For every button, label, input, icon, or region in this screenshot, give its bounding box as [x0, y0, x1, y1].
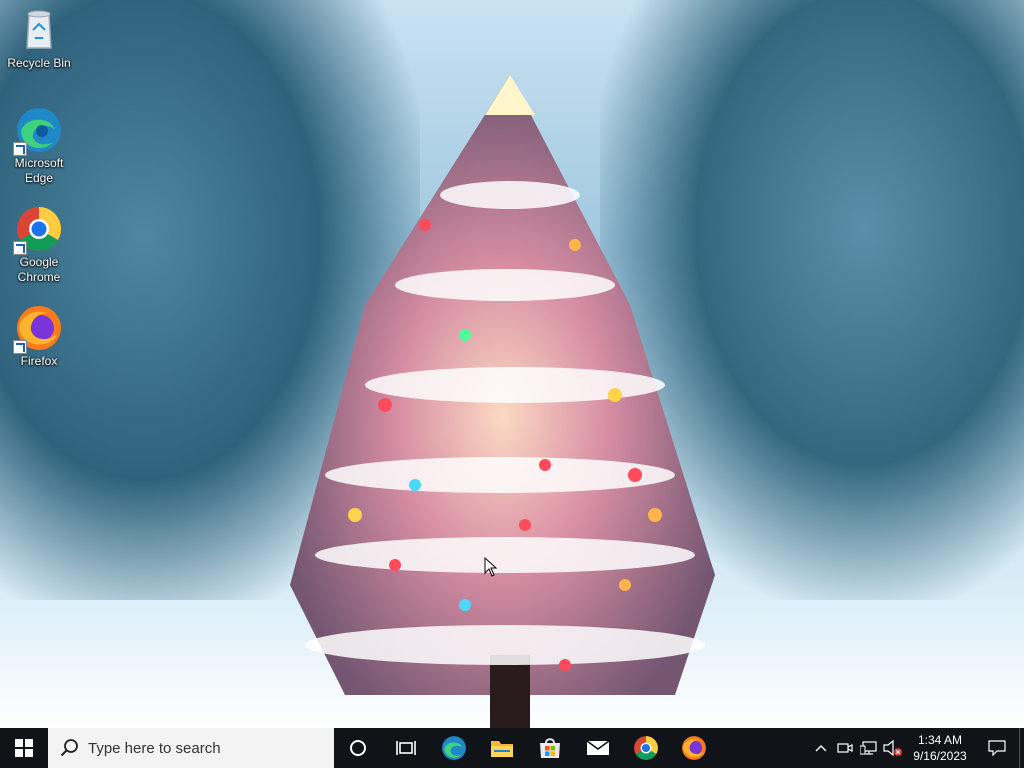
desktop-icon-label: Firefox	[20, 354, 58, 368]
mail-icon	[586, 740, 610, 755]
taskbar-clock[interactable]: 1:34 AM 9/16/2023	[905, 732, 975, 764]
volume-button[interactable]	[881, 728, 905, 768]
shortcut-arrow-icon	[13, 142, 27, 156]
show-desktop-button[interactable]	[1019, 728, 1024, 768]
task-view-icon	[396, 741, 416, 755]
clock-time: 1:34 AM	[917, 733, 963, 747]
network-icon	[860, 741, 877, 755]
edge-icon	[13, 106, 63, 156]
shortcut-arrow-icon	[13, 241, 27, 255]
file-explorer-icon	[491, 741, 513, 757]
meet-now-button[interactable]	[833, 728, 857, 768]
search-icon	[60, 739, 78, 757]
cortana-button[interactable]	[334, 728, 382, 768]
desktop-wallpaper	[0, 0, 1024, 728]
desktop-icon-label: Google Chrome	[17, 255, 61, 284]
desktop-icon-label: Microsoft Edge	[14, 156, 64, 185]
desktop-icon-chrome[interactable]: Google Chrome	[4, 205, 74, 285]
firefox-icon	[682, 736, 706, 760]
chrome-icon	[13, 205, 63, 255]
notification-icon	[988, 740, 1006, 756]
desktop-icon-recycle-bin[interactable]: Recycle Bin	[4, 6, 74, 71]
chevron-up-icon	[815, 745, 827, 752]
show-hidden-icons-button[interactable]	[809, 728, 833, 768]
shortcut-arrow-icon	[13, 340, 27, 354]
clock-date: 9/16/2023	[913, 749, 967, 763]
chrome-icon	[634, 736, 658, 760]
firefox-icon	[13, 304, 63, 354]
taskbar-edge[interactable]	[430, 728, 478, 768]
taskbar-chrome[interactable]	[622, 728, 670, 768]
taskbar-microsoft-store[interactable]	[526, 728, 574, 768]
taskbar: Type here to search 1:34 AM 9/16/2023	[0, 728, 1024, 768]
christmas-tree-image	[290, 75, 715, 728]
taskbar-firefox[interactable]	[670, 728, 718, 768]
mouse-cursor-icon	[484, 557, 498, 577]
windows-logo-icon	[15, 739, 33, 757]
start-button[interactable]	[0, 728, 48, 768]
desktop-icon-label: Recycle Bin	[7, 56, 71, 70]
microsoft-store-icon	[540, 738, 560, 758]
taskbar-search-box[interactable]: Type here to search	[48, 728, 334, 768]
taskbar-file-explorer[interactable]	[478, 728, 526, 768]
desktop-icon-firefox[interactable]: Firefox	[4, 304, 74, 369]
cortana-icon	[350, 740, 366, 756]
volume-muted-icon	[883, 740, 902, 756]
action-center-button[interactable]	[975, 728, 1019, 768]
task-view-button[interactable]	[382, 728, 430, 768]
recycle-bin-icon	[15, 6, 63, 54]
network-button[interactable]	[857, 728, 881, 768]
system-tray: 1:34 AM 9/16/2023	[809, 728, 1024, 768]
edge-icon	[442, 736, 466, 760]
desktop-icon-edge[interactable]: Microsoft Edge	[4, 106, 74, 186]
camera-icon	[837, 743, 853, 753]
search-placeholder: Type here to search	[88, 739, 221, 757]
taskbar-mail[interactable]	[574, 728, 622, 768]
